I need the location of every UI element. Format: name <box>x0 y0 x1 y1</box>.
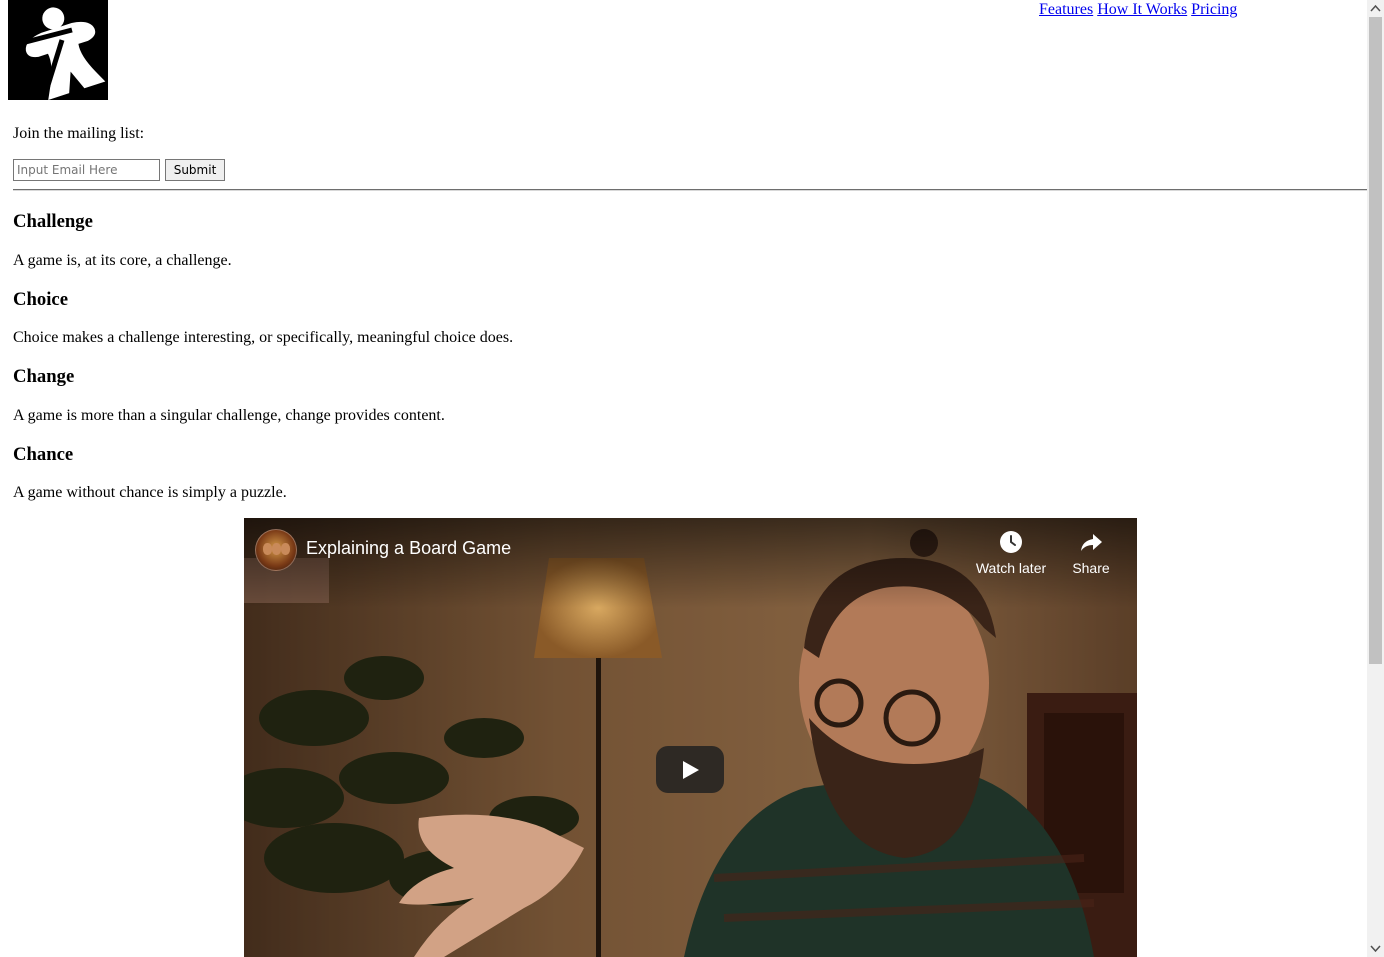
share-label: Share <box>1072 560 1110 576</box>
section-heading: Choice <box>13 289 69 310</box>
section-heading: Challenge <box>13 211 93 232</box>
nav-link-features[interactable]: Features <box>1039 1 1093 18</box>
section-text: Choice makes a challenge interesting, or… <box>13 329 514 346</box>
scroll-down-arrow-icon[interactable] <box>1367 940 1384 957</box>
vertical-scrollbar[interactable] <box>1367 0 1384 957</box>
page: Features How It Works Pricing Join the m… <box>0 0 1367 957</box>
horizontal-divider <box>13 189 1367 191</box>
submit-button[interactable]: Submit <box>165 159 225 181</box>
top-nav: Features How It Works Pricing <box>1039 1 1237 19</box>
section-text: A game is, at its core, a challenge. <box>13 252 232 269</box>
play-icon <box>683 761 699 779</box>
clock-icon <box>1000 531 1022 553</box>
meeple-logo-icon <box>17 7 106 100</box>
nav-link-how-it-works[interactable]: How It Works <box>1097 1 1187 18</box>
video-title[interactable]: Explaining a Board Game <box>306 538 511 559</box>
section-heading: Chance <box>13 444 74 465</box>
section-text: A game without chance is simply a puzzle… <box>13 484 287 501</box>
email-input[interactable] <box>13 159 160 181</box>
watch-later-label: Watch later <box>975 560 1047 576</box>
watch-later-button[interactable]: Watch later <box>966 530 1056 576</box>
share-button[interactable]: Share <box>1046 530 1136 576</box>
play-button[interactable] <box>656 746 724 793</box>
meeple-logo[interactable] <box>8 0 108 100</box>
channel-avatar[interactable] <box>255 529 297 571</box>
share-arrow-icon <box>1081 534 1102 551</box>
mailing-list-label: Join the mailing list: <box>13 125 145 142</box>
section-text: A game is more than a singular challenge… <box>13 407 445 424</box>
scroll-up-arrow-icon[interactable] <box>1367 0 1384 17</box>
nav-link-pricing[interactable]: Pricing <box>1191 1 1237 18</box>
video-embed[interactable]: Explaining a Board Game Watch later Shar… <box>244 518 1137 957</box>
scrollbar-thumb[interactable] <box>1369 17 1382 664</box>
section-heading: Change <box>13 366 75 387</box>
